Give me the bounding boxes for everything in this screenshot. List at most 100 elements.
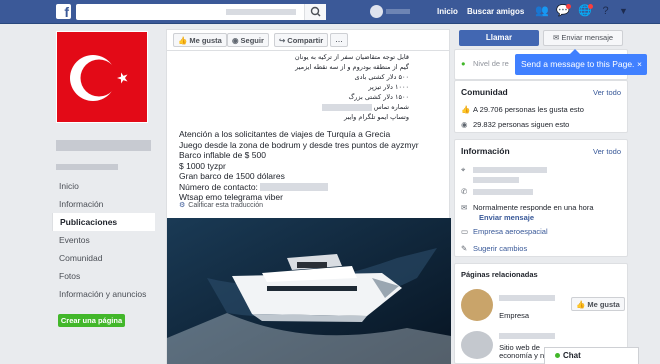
phone-redacted	[321, 103, 372, 111]
community-title: Comunidad	[461, 87, 508, 97]
location-pin-icon: ⌖	[461, 165, 466, 174]
nav-find-friends-link[interactable]: Buscar amigos	[467, 7, 524, 16]
post-card: قابل توجه متقاضیان سفر از ترکیه به یونان…	[166, 51, 451, 364]
related-page-type: Empresa	[499, 311, 530, 320]
info-title: Información	[461, 146, 510, 156]
help-icon[interactable]: ?	[599, 5, 612, 18]
page-name-redacted	[56, 140, 151, 151]
thumbs-up-icon: 👍	[576, 300, 586, 309]
more-options-button[interactable]: ...	[330, 33, 348, 47]
send-message-button[interactable]: ✉ Enviar mensaje	[543, 30, 623, 46]
pencil-icon: ✎	[461, 244, 468, 253]
related-page-like-button[interactable]: 👍 Me gusta	[571, 297, 625, 311]
search-button[interactable]	[304, 4, 326, 20]
related-page-item[interactable]: Empresa	[461, 289, 556, 321]
nav-item-info-and-ads[interactable]: Información y anuncios	[52, 285, 155, 303]
tooltip-text: Send a message to this Page.	[521, 59, 635, 69]
phone-redacted	[473, 189, 533, 196]
post-photo-yacht[interactable]	[167, 218, 451, 364]
share-button[interactable]: ↪ Compartir	[274, 33, 329, 47]
follow-label: Seguir	[240, 36, 264, 45]
turkish-flag-image	[57, 32, 147, 122]
page-navigation: Inicio Información Publicaciones Eventos…	[52, 177, 155, 303]
user-name-redacted[interactable]	[386, 9, 410, 14]
nav-home-link[interactable]: Inicio	[437, 7, 458, 16]
community-likes: 👍 A 29.706 personas les gusta esto	[461, 105, 584, 114]
nav-item-posts[interactable]: Publicaciones	[52, 213, 155, 231]
share-icon: ↪	[279, 36, 286, 45]
info-category-row[interactable]: ▭ Empresa aeroespacial	[461, 227, 548, 236]
arabic-line: شماره تماس	[209, 102, 409, 112]
related-page-name-redacted-2	[499, 333, 556, 340]
create-page-button[interactable]: Crear una página	[58, 314, 125, 327]
like-label: Me gusta	[189, 36, 222, 45]
thumbs-up-icon: 👍	[178, 36, 188, 45]
post-line: Atención a los solicitantes de viajes de…	[179, 129, 391, 139]
chat-label: Chat	[563, 351, 581, 360]
search-query-redacted	[226, 9, 296, 15]
page-handle-redacted	[56, 164, 118, 170]
search-icon	[310, 6, 321, 17]
rate-translation-label: Calificar esta traducción	[188, 202, 263, 209]
close-icon[interactable]: ×	[637, 54, 642, 75]
post-line: Número de contacto:	[179, 182, 439, 193]
yacht-image	[167, 218, 451, 364]
rate-translation-link[interactable]: ⚙ Calificar esta traducción	[179, 201, 263, 209]
related-pages-title: Páginas relacionadas	[461, 270, 538, 279]
related-page-avatar-2	[461, 331, 493, 359]
related-page-name-redacted	[499, 295, 556, 301]
location-redacted	[473, 167, 547, 174]
like-page-button[interactable]: 👍 Me gusta	[173, 33, 227, 47]
post-line: Juego desde la zona de bodrum y desde tr…	[179, 139, 419, 150]
nav-item-home[interactable]: Inicio	[52, 177, 155, 195]
nav-item-events[interactable]: Eventos	[52, 231, 155, 249]
nav-item-photos[interactable]: Fotos	[52, 267, 155, 285]
search-input[interactable]	[76, 4, 326, 20]
related-page-avatar	[461, 289, 493, 321]
phone-icon: ✆	[461, 187, 468, 196]
rss-icon: ◉	[232, 36, 239, 45]
page-profile-picture[interactable]	[56, 31, 148, 123]
arabic-line: ۵۰۰ دلار کشتی بادی	[354, 73, 409, 81]
nav-item-community[interactable]: Comunidad	[52, 249, 155, 267]
page-action-bar: 👍 Me gusta ◉ Seguir ↪ Compartir ...	[166, 29, 450, 51]
gear-icon: ⚙	[179, 202, 186, 209]
community-card: Comunidad Ver todo 👍 A 29.706 personas le…	[454, 80, 628, 133]
nav-item-info[interactable]: Información	[52, 195, 155, 213]
arabic-line: وتساپ ایمو تلگرام وایبر	[343, 113, 409, 121]
thumbs-up-icon: 👍	[461, 105, 471, 114]
right-column: Llamar ✉ Enviar mensaje ● Nivel de re Com…	[452, 24, 628, 364]
speech-bubble-icon: ●	[461, 59, 466, 68]
category-icon: ▭	[461, 227, 469, 236]
info-response-row: ✉ Normalmente responde en una hora	[461, 203, 594, 212]
community-see-all-link[interactable]: Ver todo	[593, 88, 621, 97]
post-original-text: قابل توجه متقاضیان سفر از ترکیه به یونان…	[209, 52, 409, 122]
share-label: Compartir	[287, 36, 324, 45]
info-location-row-2	[473, 175, 519, 184]
arabic-line: ۱۰۰۰ دلار تیزپر	[368, 83, 409, 91]
notifications-icon[interactable]: 🌐	[578, 4, 593, 18]
account-menu-icon[interactable]: ▼	[617, 5, 630, 18]
follow-button[interactable]: ◉ Seguir	[227, 33, 269, 47]
post-translated-text: Atención a los solicitantes de viajes de…	[179, 129, 439, 203]
arabic-line: ۱۵۰۰ دلار کشتی بزرگ	[348, 93, 409, 101]
user-avatar[interactable]	[370, 5, 383, 18]
info-location-row: ⌖	[461, 165, 547, 175]
send-message-tooltip: Send a message to this Page. ×	[515, 49, 647, 75]
community-followers: ◉ 29.832 personas siguen esto	[461, 120, 570, 129]
friend-requests-icon[interactable]: 👥	[535, 5, 549, 18]
chat-bar[interactable]: Chat	[544, 347, 639, 364]
messages-icon[interactable]: 💬	[556, 4, 571, 18]
post-line: Barco inflable de $ 500	[179, 150, 266, 160]
info-see-all-link[interactable]: Ver todo	[593, 147, 621, 156]
call-button[interactable]: Llamar	[459, 30, 539, 46]
info-suggest-edits-row[interactable]: ✎ Sugerir cambios	[461, 244, 527, 253]
left-column: Inicio Información Publicaciones Eventos…	[52, 24, 157, 364]
online-status-icon	[555, 353, 560, 359]
facebook-logo[interactable]: f	[56, 4, 71, 19]
arabic-line: گیم از منطقه بودروم و از سه نقطه ایزمیر	[295, 63, 409, 71]
post-line: $ 1000 tyzpr	[179, 160, 226, 171]
info-card: Información Ver todo ⌖ ✆ ✉ Normalmente re…	[454, 139, 628, 257]
follow-icon: ◉	[461, 120, 468, 129]
info-send-message-link[interactable]: Enviar mensaje	[479, 213, 534, 222]
